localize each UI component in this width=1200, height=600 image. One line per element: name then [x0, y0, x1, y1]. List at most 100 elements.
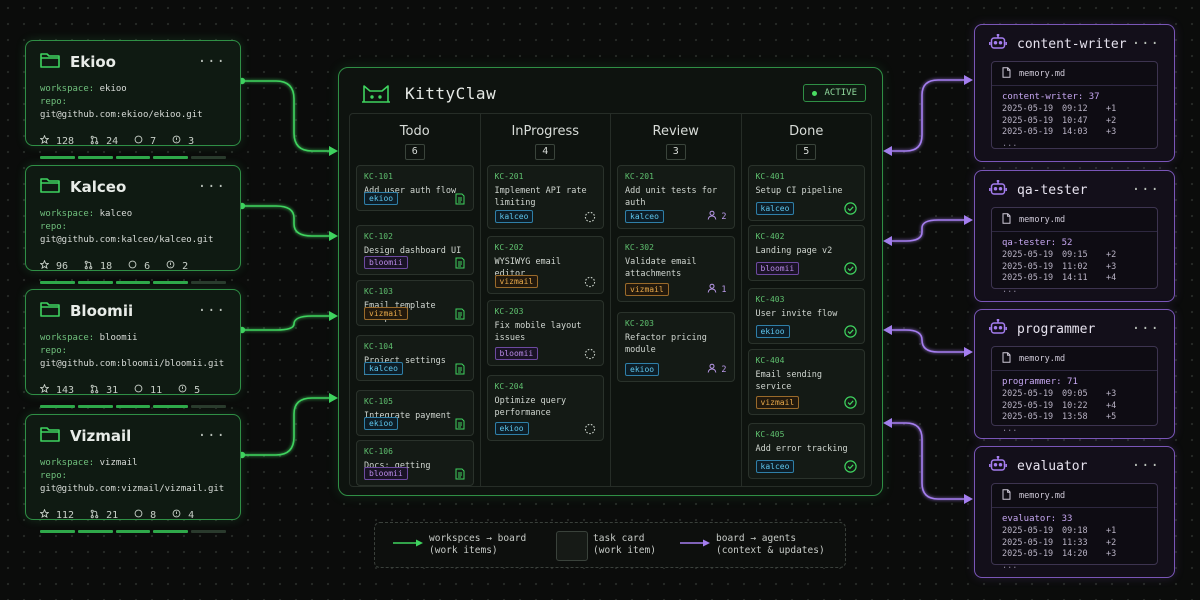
agent-name: content-writer: [1017, 36, 1127, 52]
wire-board-qa-tester: [892, 219, 964, 242]
alerts-stat: 3: [172, 135, 194, 147]
workspace-card-kalceo[interactable]: Kalceo ··· workspace: kalceo repo: git@g…: [25, 165, 241, 284]
task-id: KC-106: [364, 447, 393, 456]
memory-entry: 2025-05-19 10:47 +2: [1002, 116, 1147, 128]
workspace-value: bloomii: [99, 333, 138, 343]
more-options-icon[interactable]: ···: [1132, 182, 1160, 198]
robot-icon: [989, 179, 1007, 200]
entry-time: 13:58: [1062, 412, 1088, 422]
progress-bar: [40, 530, 226, 533]
arrowhead-ev-right: [964, 494, 973, 504]
entry-delta: +2: [1106, 537, 1117, 548]
workspace-name: Vizmail: [70, 427, 132, 445]
task-card[interactable]: KC-103 Email template setup vizmail: [356, 280, 474, 326]
issues-stat: 8: [134, 509, 156, 521]
task-card[interactable]: KC-201 Implement API rate limiting kalce…: [486, 165, 604, 229]
stars-stat: 96: [39, 259, 68, 272]
more-options-icon[interactable]: ···: [198, 428, 226, 444]
agent-card-programmer[interactable]: programmer ··· memory.md programmer: 71 …: [974, 309, 1175, 439]
task-card[interactable]: KC-105 Integrate payment ekioo: [356, 390, 474, 436]
entry-time: 14:20: [1062, 549, 1088, 559]
task-card[interactable]: KC-302 Validate email attachments vizmai…: [617, 236, 735, 302]
task-card[interactable]: KC-202 WYSIWYG email editor vizmail: [486, 236, 604, 294]
task-card[interactable]: KC-101 Add user auth flow ekioo: [356, 165, 474, 211]
arrowhead-pg-left: [883, 325, 892, 335]
task-card[interactable]: KC-104 Project settings API kalceo: [356, 335, 474, 381]
entry-delta: +1: [1106, 526, 1117, 536]
cat-icon: [362, 85, 390, 103]
column-title: Review: [652, 124, 699, 139]
file-icon: [1002, 352, 1019, 366]
workspace-label: workspace:: [40, 333, 95, 343]
workspace-tag: kalceo: [625, 210, 664, 223]
alert-icon: [172, 135, 188, 147]
task-card[interactable]: KC-405 Add error tracking kalceo: [747, 423, 865, 479]
task-title: Email sending service: [755, 370, 823, 392]
task-card[interactable]: KC-106 Docs: getting started bloomii: [356, 440, 474, 486]
robot-icon: [989, 318, 1007, 339]
more-options-icon[interactable]: ···: [198, 179, 226, 195]
more-options-icon[interactable]: ···: [1132, 36, 1160, 52]
legend-workspace-item: workspces → board (work items): [429, 533, 526, 557]
task-card[interactable]: KC-203 Fix mobile layout issues bloomii: [486, 300, 604, 366]
agent-card-evaluator[interactable]: evaluator ··· memory.md evaluator: 33 20…: [974, 446, 1175, 578]
more-options-icon[interactable]: ···: [1132, 321, 1160, 337]
task-card[interactable]: KC-401 Setup CI pipeline kalceo: [747, 165, 865, 221]
workspace-card-bloomii[interactable]: Bloomii ··· workspace: bloomii repo: git…: [25, 289, 241, 408]
memory-ellipsis: ...: [1002, 284, 1018, 295]
memory-filename: memory.md: [1019, 69, 1066, 79]
more-options-icon[interactable]: ···: [198, 54, 226, 70]
agent-name: evaluator: [1017, 458, 1088, 474]
entry-time: 09:05: [1062, 389, 1088, 399]
workspace-card-vizmail[interactable]: Vizmail ··· workspace: vizmail repo: git…: [25, 414, 241, 533]
more-options-icon[interactable]: ···: [198, 303, 226, 319]
workspace-tag: bloomii: [755, 262, 800, 275]
entry-date: 2025-05-19: [1002, 104, 1054, 114]
task-card[interactable]: KC-404 Email sending service vizmail: [747, 349, 865, 415]
task-card[interactable]: KC-402 Landing page v2 bloomii: [747, 225, 865, 281]
task-id: KC-403: [755, 295, 785, 304]
task-title: Optimize query performance: [494, 396, 567, 418]
workspace-tag: vizmail: [494, 275, 539, 288]
task-card[interactable]: KC-203 Refactor pricing module ekioo 2: [617, 312, 735, 382]
folder-icon: [40, 301, 70, 321]
task-title: User invite flow: [755, 309, 838, 319]
pull-requests-count: 31: [106, 384, 119, 396]
issues-stat: 11: [134, 384, 162, 396]
legend-card-sublabel: (work item): [593, 545, 656, 556]
assignees: 2: [707, 210, 727, 223]
memory-entry: 2025-05-19 14:20 +3: [1002, 549, 1147, 561]
task-card[interactable]: KC-102 Design dashboard UI bloomii: [356, 225, 474, 275]
pull-requests-stat: 24: [90, 135, 118, 148]
legend-card-label: task card: [593, 533, 645, 544]
task-card[interactable]: KC-204 Optimize query performance ekioo: [486, 375, 604, 441]
task-id: KC-203: [625, 319, 654, 328]
alert-icon: [172, 509, 188, 521]
workspace-tag: kalceo: [755, 202, 795, 215]
task-title: Landing page v2: [755, 246, 833, 256]
task-title: Setup CI pipeline: [755, 186, 843, 196]
wire-board-content-writer: [892, 79, 964, 152]
legend-purple-sublabel: (context & updates): [716, 545, 825, 556]
pull-request-icon: [90, 384, 106, 397]
robot-icon: [989, 33, 1007, 54]
workspace-tag: bloomii: [364, 256, 408, 269]
entry-date: 2025-05-19: [1002, 273, 1054, 283]
issue-icon: [134, 135, 150, 147]
task-title: Refactor pricing module: [625, 333, 707, 355]
agent-card-qa-tester[interactable]: qa-tester ··· memory.md qa-tester: 52 20…: [974, 170, 1175, 302]
issues-count: 6: [144, 260, 151, 272]
person-icon: [707, 210, 721, 223]
memory-filename: memory.md: [1019, 215, 1066, 225]
workspace-card-ekioo[interactable]: Ekioo ··· workspace: ekioo repo: git@git…: [25, 40, 241, 159]
file-icon: [1002, 213, 1019, 227]
issues-count: 8: [150, 509, 157, 521]
more-options-icon[interactable]: ···: [1132, 458, 1160, 474]
task-card[interactable]: KC-403 User invite flow ekioo: [747, 288, 865, 344]
agent-card-content-writer[interactable]: content-writer ··· memory.md content-wri…: [974, 24, 1175, 162]
task-card[interactable]: KC-201 Add unit tests for auth kalceo 2: [617, 165, 735, 229]
pull-requests-count: 24: [106, 135, 119, 147]
task-id: KC-201: [625, 172, 654, 181]
stars-stat: 112: [39, 508, 74, 521]
wire-board-evaluator: [892, 422, 964, 500]
